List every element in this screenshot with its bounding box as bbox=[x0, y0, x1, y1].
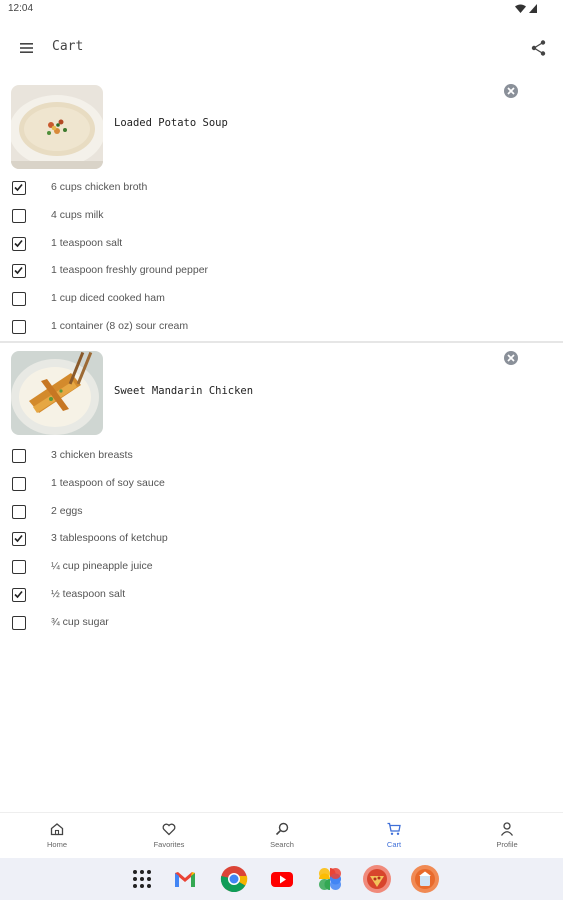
checkbox-unchecked[interactable] bbox=[12, 560, 26, 575]
heart-icon bbox=[162, 823, 176, 836]
nav-search[interactable]: Search bbox=[252, 821, 312, 857]
ingredient-row[interactable]: 1 container (8 oz) sour cream bbox=[0, 313, 563, 341]
ingredient-row[interactable]: 1 cup diced cooked ham bbox=[0, 285, 563, 313]
app-drawer-icon bbox=[133, 870, 151, 888]
hamburger-menu-icon bbox=[20, 43, 33, 53]
recipe-image-chicken bbox=[11, 351, 103, 435]
ingredient-label: 4 cups milk bbox=[51, 208, 104, 221]
recipe-image-soup bbox=[11, 85, 103, 169]
ingredient-label: 1 cup diced cooked ham bbox=[51, 292, 165, 305]
status-bar: 12:04 bbox=[0, 0, 563, 20]
checkbox-unchecked[interactable] bbox=[12, 292, 26, 307]
ingredient-row[interactable]: 1 teaspoon freshly ground pepper bbox=[0, 257, 563, 285]
ingredient-label: ¾ cup sugar bbox=[51, 615, 109, 628]
wifi-icon bbox=[515, 4, 526, 13]
ingredient-row[interactable]: 4 cups milk bbox=[0, 202, 563, 230]
system-dock bbox=[0, 858, 563, 900]
nav-label-profile: Profile bbox=[496, 840, 518, 849]
checkbox-unchecked[interactable] bbox=[12, 504, 26, 519]
ingredient-label: 1 container (8 oz) sour cream bbox=[51, 320, 189, 332]
person-icon bbox=[500, 822, 514, 836]
ingredient-label: 1 teaspoon salt bbox=[51, 236, 123, 249]
page-title: Cart bbox=[52, 39, 84, 54]
status-time: 12:04 bbox=[8, 3, 34, 14]
nav-home[interactable]: Home bbox=[27, 821, 87, 857]
checkbox-checked[interactable] bbox=[12, 236, 26, 251]
ingredient-row[interactable]: 3 tablespoons of ketchup bbox=[0, 525, 563, 553]
checkbox-unchecked[interactable] bbox=[12, 615, 26, 630]
app-drawer-button[interactable] bbox=[127, 864, 157, 894]
ingredient-label: ½ teaspoon salt bbox=[51, 588, 126, 600]
checkbox-checked[interactable] bbox=[12, 532, 26, 547]
close-circle-icon bbox=[504, 84, 518, 98]
ingredient-label: 6 cups chicken broth bbox=[51, 181, 148, 193]
ingredient-row[interactable]: 6 cups chicken broth bbox=[0, 174, 563, 202]
nav-label-home: Home bbox=[46, 840, 67, 849]
ingredient-row[interactable]: 1 teaspoon salt bbox=[0, 230, 563, 258]
checkmark-icon bbox=[14, 267, 23, 275]
checkmark-icon bbox=[14, 239, 23, 247]
remove-recipe-button[interactable] bbox=[503, 83, 519, 99]
checkbox-checked[interactable] bbox=[12, 264, 26, 279]
recipe-title: Sweet Mandarin Chicken bbox=[114, 385, 254, 397]
chrome-app[interactable] bbox=[219, 864, 249, 894]
ingredient-row[interactable]: ½ teaspoon salt bbox=[0, 581, 563, 609]
remove-recipe-button[interactable] bbox=[503, 350, 519, 366]
checkbox-unchecked[interactable] bbox=[12, 320, 26, 334]
checkbox-checked[interactable] bbox=[12, 181, 26, 195]
nav-label-cart: Cart bbox=[386, 840, 402, 849]
search-icon bbox=[275, 822, 289, 836]
ingredient-row[interactable]: ¾ cup sugar bbox=[0, 609, 563, 637]
photos-app[interactable] bbox=[315, 864, 345, 894]
cart-icon bbox=[387, 822, 401, 835]
nav-profile[interactable]: Profile bbox=[477, 821, 537, 857]
recipe-app[interactable] bbox=[410, 864, 440, 894]
checkmark-icon bbox=[14, 183, 23, 192]
checkmark-icon bbox=[14, 535, 23, 543]
checkbox-unchecked[interactable] bbox=[12, 208, 26, 223]
app-bar: Cart bbox=[0, 28, 563, 68]
checkbox-unchecked[interactable] bbox=[12, 476, 26, 491]
nav-cart[interactable]: Cart bbox=[364, 821, 424, 857]
checkbox-checked[interactable] bbox=[12, 588, 26, 602]
home-icon bbox=[50, 823, 64, 836]
bottom-navigation: Home Favorites Search Cart Profile bbox=[0, 812, 563, 858]
ingredient-row[interactable]: 1 teaspoon of soy sauce bbox=[0, 470, 563, 498]
ingredient-label: 1 teaspoon of soy sauce bbox=[51, 476, 165, 489]
chrome-icon bbox=[220, 866, 248, 893]
ingredient-label: 3 tablespoons of ketchup bbox=[51, 532, 168, 545]
ingredient-label: 3 chicken breasts bbox=[51, 449, 133, 461]
share-icon bbox=[531, 40, 546, 56]
youtube-app[interactable] bbox=[267, 864, 297, 894]
checkmark-icon bbox=[14, 590, 23, 599]
recipe-title: Loaded Potato Soup bbox=[114, 117, 228, 129]
nav-label-favorites: Favorites bbox=[153, 840, 185, 849]
share-button[interactable] bbox=[529, 38, 549, 58]
ingredient-row[interactable]: 3 chicken breasts bbox=[0, 442, 563, 470]
nav-label-search: Search bbox=[270, 840, 294, 849]
pizza-app[interactable] bbox=[362, 864, 392, 894]
ingredient-label: 2 eggs bbox=[51, 504, 83, 517]
nav-favorites[interactable]: Favorites bbox=[139, 821, 199, 857]
status-icons bbox=[515, 4, 537, 13]
recipe-app-icon bbox=[411, 865, 439, 893]
signal-icon bbox=[529, 4, 537, 13]
menu-button[interactable] bbox=[14, 38, 38, 58]
ingredient-row[interactable]: 2 eggs bbox=[0, 498, 563, 526]
ingredient-label: 1 teaspoon freshly ground pepper bbox=[51, 264, 209, 277]
photos-icon bbox=[319, 868, 341, 890]
recipe-divider bbox=[0, 341, 563, 343]
gmail-icon bbox=[175, 872, 195, 887]
ingredient-label: ¼ cup pineapple juice bbox=[51, 560, 153, 573]
checkbox-unchecked[interactable] bbox=[12, 449, 26, 463]
ingredient-row[interactable]: ¼ cup pineapple juice bbox=[0, 553, 563, 581]
close-circle-icon bbox=[504, 351, 518, 365]
youtube-icon bbox=[271, 872, 293, 887]
pizza-app-icon bbox=[363, 865, 391, 893]
gmail-app[interactable] bbox=[170, 864, 200, 894]
